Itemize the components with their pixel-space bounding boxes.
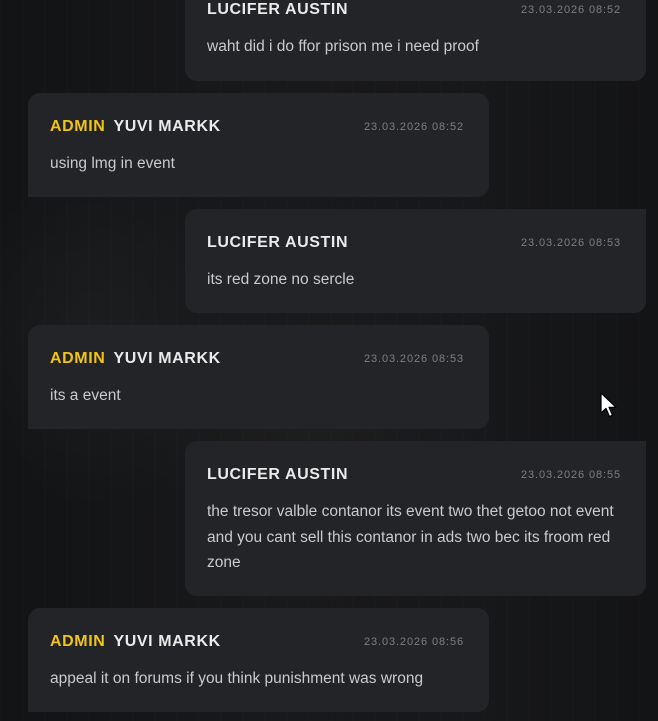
- message-header: LUCIFER AUSTIN 23.03.2026 08:53: [207, 233, 621, 253]
- message-author: YUVI MARKK: [113, 633, 221, 650]
- message-author: YUVI MARKK: [113, 350, 221, 367]
- message-author: LUCIFER AUSTIN: [207, 1, 349, 18]
- admin-badge: ADMIN: [50, 633, 106, 650]
- message-header: ADMIN YUVI MARKK 23.03.2026 08:53: [50, 349, 464, 369]
- chat-message: ADMIN YUVI MARKK 23.03.2026 08:56 appeal…: [28, 608, 489, 712]
- chat-message: LUCIFER AUSTIN 23.03.2026 08:53 its red …: [185, 209, 646, 313]
- message-header: ADMIN YUVI MARKK 23.03.2026 08:56: [50, 632, 464, 652]
- message-timestamp: 23.03.2026 08:55: [520, 469, 621, 481]
- message-timestamp: 23.03.2026 08:52: [520, 4, 621, 16]
- message-text: its a event: [50, 387, 121, 404]
- message-text: waht did i do ffor prison me i need proo…: [207, 38, 479, 55]
- mouse-pointer-icon: [600, 392, 617, 418]
- message-author: LUCIFER AUSTIN: [207, 466, 349, 483]
- chat-thread[interactable]: LUCIFER AUSTIN 23.03.2026 08:52 waht did…: [0, 0, 658, 721]
- message-timestamp: 23.03.2026 08:56: [363, 636, 464, 648]
- message-timestamp: 23.03.2026 08:53: [520, 237, 621, 249]
- admin-badge: ADMIN: [50, 118, 106, 135]
- message-text: its red zone no sercle: [207, 271, 355, 288]
- message-timestamp: 23.03.2026 08:52: [363, 121, 464, 133]
- message-text: appeal it on forums if you think punishm…: [50, 670, 424, 687]
- chat-message: ADMIN YUVI MARKK 23.03.2026 08:53 its a …: [28, 325, 489, 429]
- message-header: LUCIFER AUSTIN 23.03.2026 08:55: [207, 465, 621, 485]
- message-author: YUVI MARKK: [113, 118, 221, 135]
- chat-message: ADMIN YUVI MARKK 23.03.2026 08:52 using …: [28, 93, 489, 197]
- message-text: using lmg in event: [50, 155, 175, 172]
- admin-badge: ADMIN: [50, 350, 106, 367]
- message-header: LUCIFER AUSTIN 23.03.2026 08:52: [207, 0, 621, 20]
- message-header: ADMIN YUVI MARKK 23.03.2026 08:52: [50, 117, 464, 137]
- message-text: the tresor valble contanor its event two…: [207, 503, 614, 571]
- message-timestamp: 23.03.2026 08:53: [363, 353, 464, 365]
- chat-message: LUCIFER AUSTIN 23.03.2026 08:52 waht did…: [185, 0, 646, 81]
- message-author: LUCIFER AUSTIN: [207, 234, 349, 251]
- chat-message: LUCIFER AUSTIN 23.03.2026 08:55 the tres…: [185, 441, 646, 596]
